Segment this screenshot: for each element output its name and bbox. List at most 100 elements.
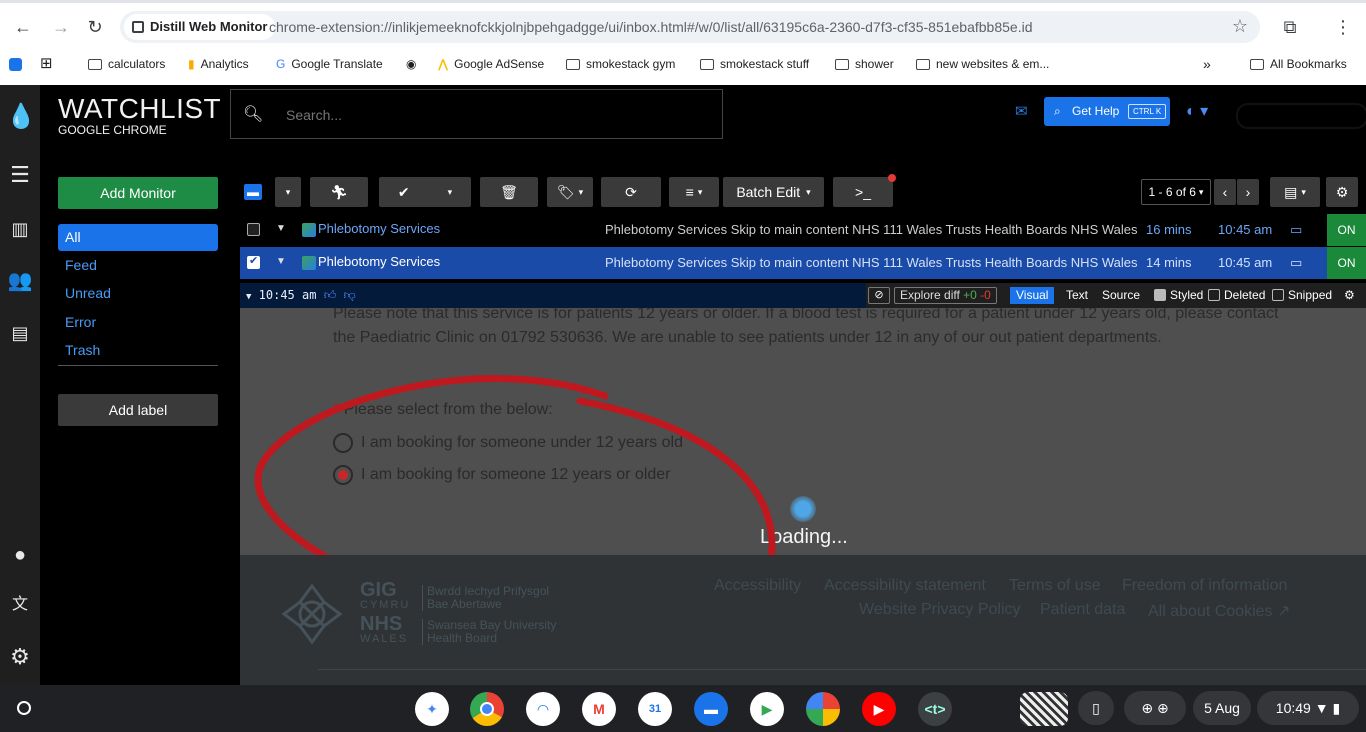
row-checkbox[interactable]: [247, 223, 260, 236]
monitor-row-selected[interactable]: ✔ ▼ Phlebotomy Services Phlebotomy Servi…: [240, 247, 1366, 279]
calendar-app-icon[interactable]: 31: [638, 692, 672, 726]
run-button[interactable]: 🏃︎: [310, 177, 368, 207]
footer-link-accessibility-statement[interactable]: Accessibility statement: [824, 577, 986, 595]
screenshot-thumbnail[interactable]: [1020, 692, 1068, 726]
tab-visual[interactable]: Visual: [1010, 287, 1055, 304]
deleted-checkbox[interactable]: [1208, 289, 1220, 301]
menu-button[interactable]: ⋮: [1330, 14, 1356, 40]
footer-link-cookies[interactable]: All about Cookies ↗: [1148, 601, 1290, 621]
detail-timestamp[interactable]: ▼ 10:45 am 👍︎ 👎︎: [246, 283, 356, 310]
settings-button[interactable]: ⚙: [1326, 177, 1358, 207]
list-menu-button[interactable]: ≡ ▾: [669, 177, 719, 207]
explore-diff-button[interactable]: Explore diff +0 -0: [894, 287, 997, 304]
chrome-app-icon[interactable]: [470, 692, 504, 726]
bookmark-analytics[interactable]: ▮ Analytics: [188, 51, 249, 77]
droplet-logo-icon[interactable]: 💧: [6, 103, 36, 131]
bookmark-google-adsense[interactable]: ⋀ Google AdSense: [438, 51, 544, 77]
mark-read-button[interactable]: ✔ ▾: [379, 177, 471, 207]
tab-text[interactable]: Text: [1066, 283, 1088, 308]
sidebar-item-error[interactable]: Error: [58, 309, 218, 336]
expand-caret-icon[interactable]: ▼: [276, 223, 286, 234]
sidebar-item-feed[interactable]: Feed: [58, 252, 218, 279]
styled-checkbox[interactable]: [1154, 289, 1166, 301]
list-icon[interactable]: ☰: [6, 161, 34, 189]
expand-caret-icon[interactable]: ▼: [276, 256, 286, 267]
batch-edit-button[interactable]: Batch Edit ▾: [723, 177, 824, 207]
bookmark-calculators[interactable]: calculators: [88, 51, 165, 77]
prev-page-button[interactable]: ‹: [1214, 179, 1236, 205]
status-tray[interactable]: 10:49 ▼ ▮: [1257, 691, 1359, 725]
search-input[interactable]: [286, 103, 706, 127]
gmail-app-icon[interactable]: M: [582, 692, 616, 726]
bookmark-google-translate[interactable]: G Google Translate: [276, 51, 383, 77]
console-button[interactable]: >_: [833, 177, 893, 207]
notification-off-icon[interactable]: ⊘: [868, 287, 890, 304]
footer-link-privacy[interactable]: Website Privacy Policy: [859, 601, 1021, 619]
apps-grid[interactable]: ⊞: [40, 51, 53, 77]
reload-button[interactable]: ↻: [82, 14, 108, 40]
status-on-toggle[interactable]: ON: [1327, 247, 1366, 279]
chat-icon[interactable]: ●: [6, 541, 34, 569]
status-on-toggle[interactable]: ON: [1327, 214, 1366, 246]
terminal-app-icon[interactable]: <t>: [918, 692, 952, 726]
book-icon[interactable]: ▤: [6, 319, 34, 347]
footer-link-accessibility[interactable]: Accessibility: [714, 577, 801, 595]
gemini-app-icon[interactable]: ✦: [415, 692, 449, 726]
date-button[interactable]: 5 Aug: [1193, 691, 1251, 725]
add-monitor-button[interactable]: Add Monitor: [58, 177, 218, 209]
youtube-app-icon[interactable]: ▶: [862, 692, 896, 726]
next-page-button[interactable]: ›: [1237, 179, 1259, 205]
add-label-button[interactable]: Add label: [58, 394, 218, 426]
snipped-checkbox[interactable]: [1272, 289, 1284, 301]
bookmark-new-websites[interactable]: new websites & em...: [916, 51, 1049, 77]
forward-button[interactable]: →: [48, 14, 74, 40]
refresh-button[interactable]: ⟳: [601, 177, 661, 207]
gear-icon[interactable]: ⚙: [1344, 283, 1355, 308]
monitor-name[interactable]: Phlebotomy Services: [318, 247, 440, 277]
search-box[interactable]: 🔍︎: [230, 89, 723, 139]
translate-icon[interactable]: 文: [6, 591, 34, 619]
tab-source[interactable]: Source: [1102, 283, 1140, 308]
sidebar-item-unread[interactable]: Unread: [58, 280, 218, 307]
row-checkbox-checked[interactable]: ✔: [247, 255, 260, 269]
view-menu-button[interactable]: ▤ ▾: [1270, 177, 1320, 207]
mail-icon[interactable]: ✉: [1015, 102, 1028, 120]
users-icon[interactable]: 👥: [6, 267, 34, 295]
sidebar-item-all[interactable]: All: [58, 224, 218, 251]
tag-button[interactable]: 🏷︎ ▾: [547, 177, 593, 207]
url-text[interactable]: chrome-extension://inlikjemeeknofckkjoln…: [269, 11, 1032, 43]
monitor-name[interactable]: Phlebotomy Services: [318, 214, 440, 244]
footer-link-terms[interactable]: Terms of use: [1009, 577, 1101, 595]
sidebar-item-trash[interactable]: Trash: [58, 337, 218, 364]
gear-icon[interactable]: ⚙: [6, 643, 34, 671]
select-all-checkbox[interactable]: ▬: [244, 184, 262, 200]
pagination-dropdown[interactable]: 1 - 6 of 6 ▾: [1141, 179, 1211, 205]
bookmark-globe[interactable]: ◉: [406, 51, 416, 77]
bookmark-smokestack-stuff[interactable]: smokestack stuff: [700, 51, 809, 77]
bookmark-star-icon[interactable]: ☆: [1232, 16, 1248, 37]
files-app-icon[interactable]: ▬: [694, 692, 728, 726]
more-bookmarks-button[interactable]: »: [1203, 51, 1211, 77]
launcher-button[interactable]: [8, 692, 40, 724]
bookmark-shower[interactable]: shower: [835, 51, 894, 77]
bookmark-smokestack-gym[interactable]: smokestack gym: [566, 51, 675, 77]
theme-toggle-icon[interactable]: ◐ ▾: [1186, 101, 1208, 121]
get-help-button[interactable]: ⌕ Get Help CTRL K: [1044, 97, 1170, 126]
address-bar[interactable]: Distill Web Monitor chrome-extension://i…: [120, 11, 1260, 43]
delete-button[interactable]: 🗑︎: [480, 177, 538, 207]
bookmark-all-bookmarks[interactable]: All Bookmarks: [1250, 51, 1347, 77]
tote-button[interactable]: ⊕ ⊕: [1124, 691, 1186, 725]
thumbs-up-icon[interactable]: 👍︎: [324, 288, 337, 302]
site-chip[interactable]: Distill Web Monitor: [124, 14, 276, 40]
extensions-button[interactable]: ⧉: [1277, 14, 1303, 40]
footer-link-foi[interactable]: Freedom of information: [1122, 577, 1287, 595]
select-menu-button[interactable]: ▾: [275, 177, 301, 207]
monitor-row[interactable]: ▼ Phlebotomy Services Phlebotomy Service…: [240, 214, 1366, 246]
phone-hub-button[interactable]: ▯: [1078, 691, 1114, 725]
photos-app-icon[interactable]: [806, 692, 840, 726]
back-button[interactable]: ←: [10, 14, 36, 40]
chart-icon[interactable]: ▥: [6, 215, 34, 243]
play-store-app-icon[interactable]: ▶: [750, 692, 784, 726]
files-sync-app-icon[interactable]: ◠: [526, 692, 560, 726]
thumbs-down-icon[interactable]: 👎︎: [343, 288, 355, 302]
